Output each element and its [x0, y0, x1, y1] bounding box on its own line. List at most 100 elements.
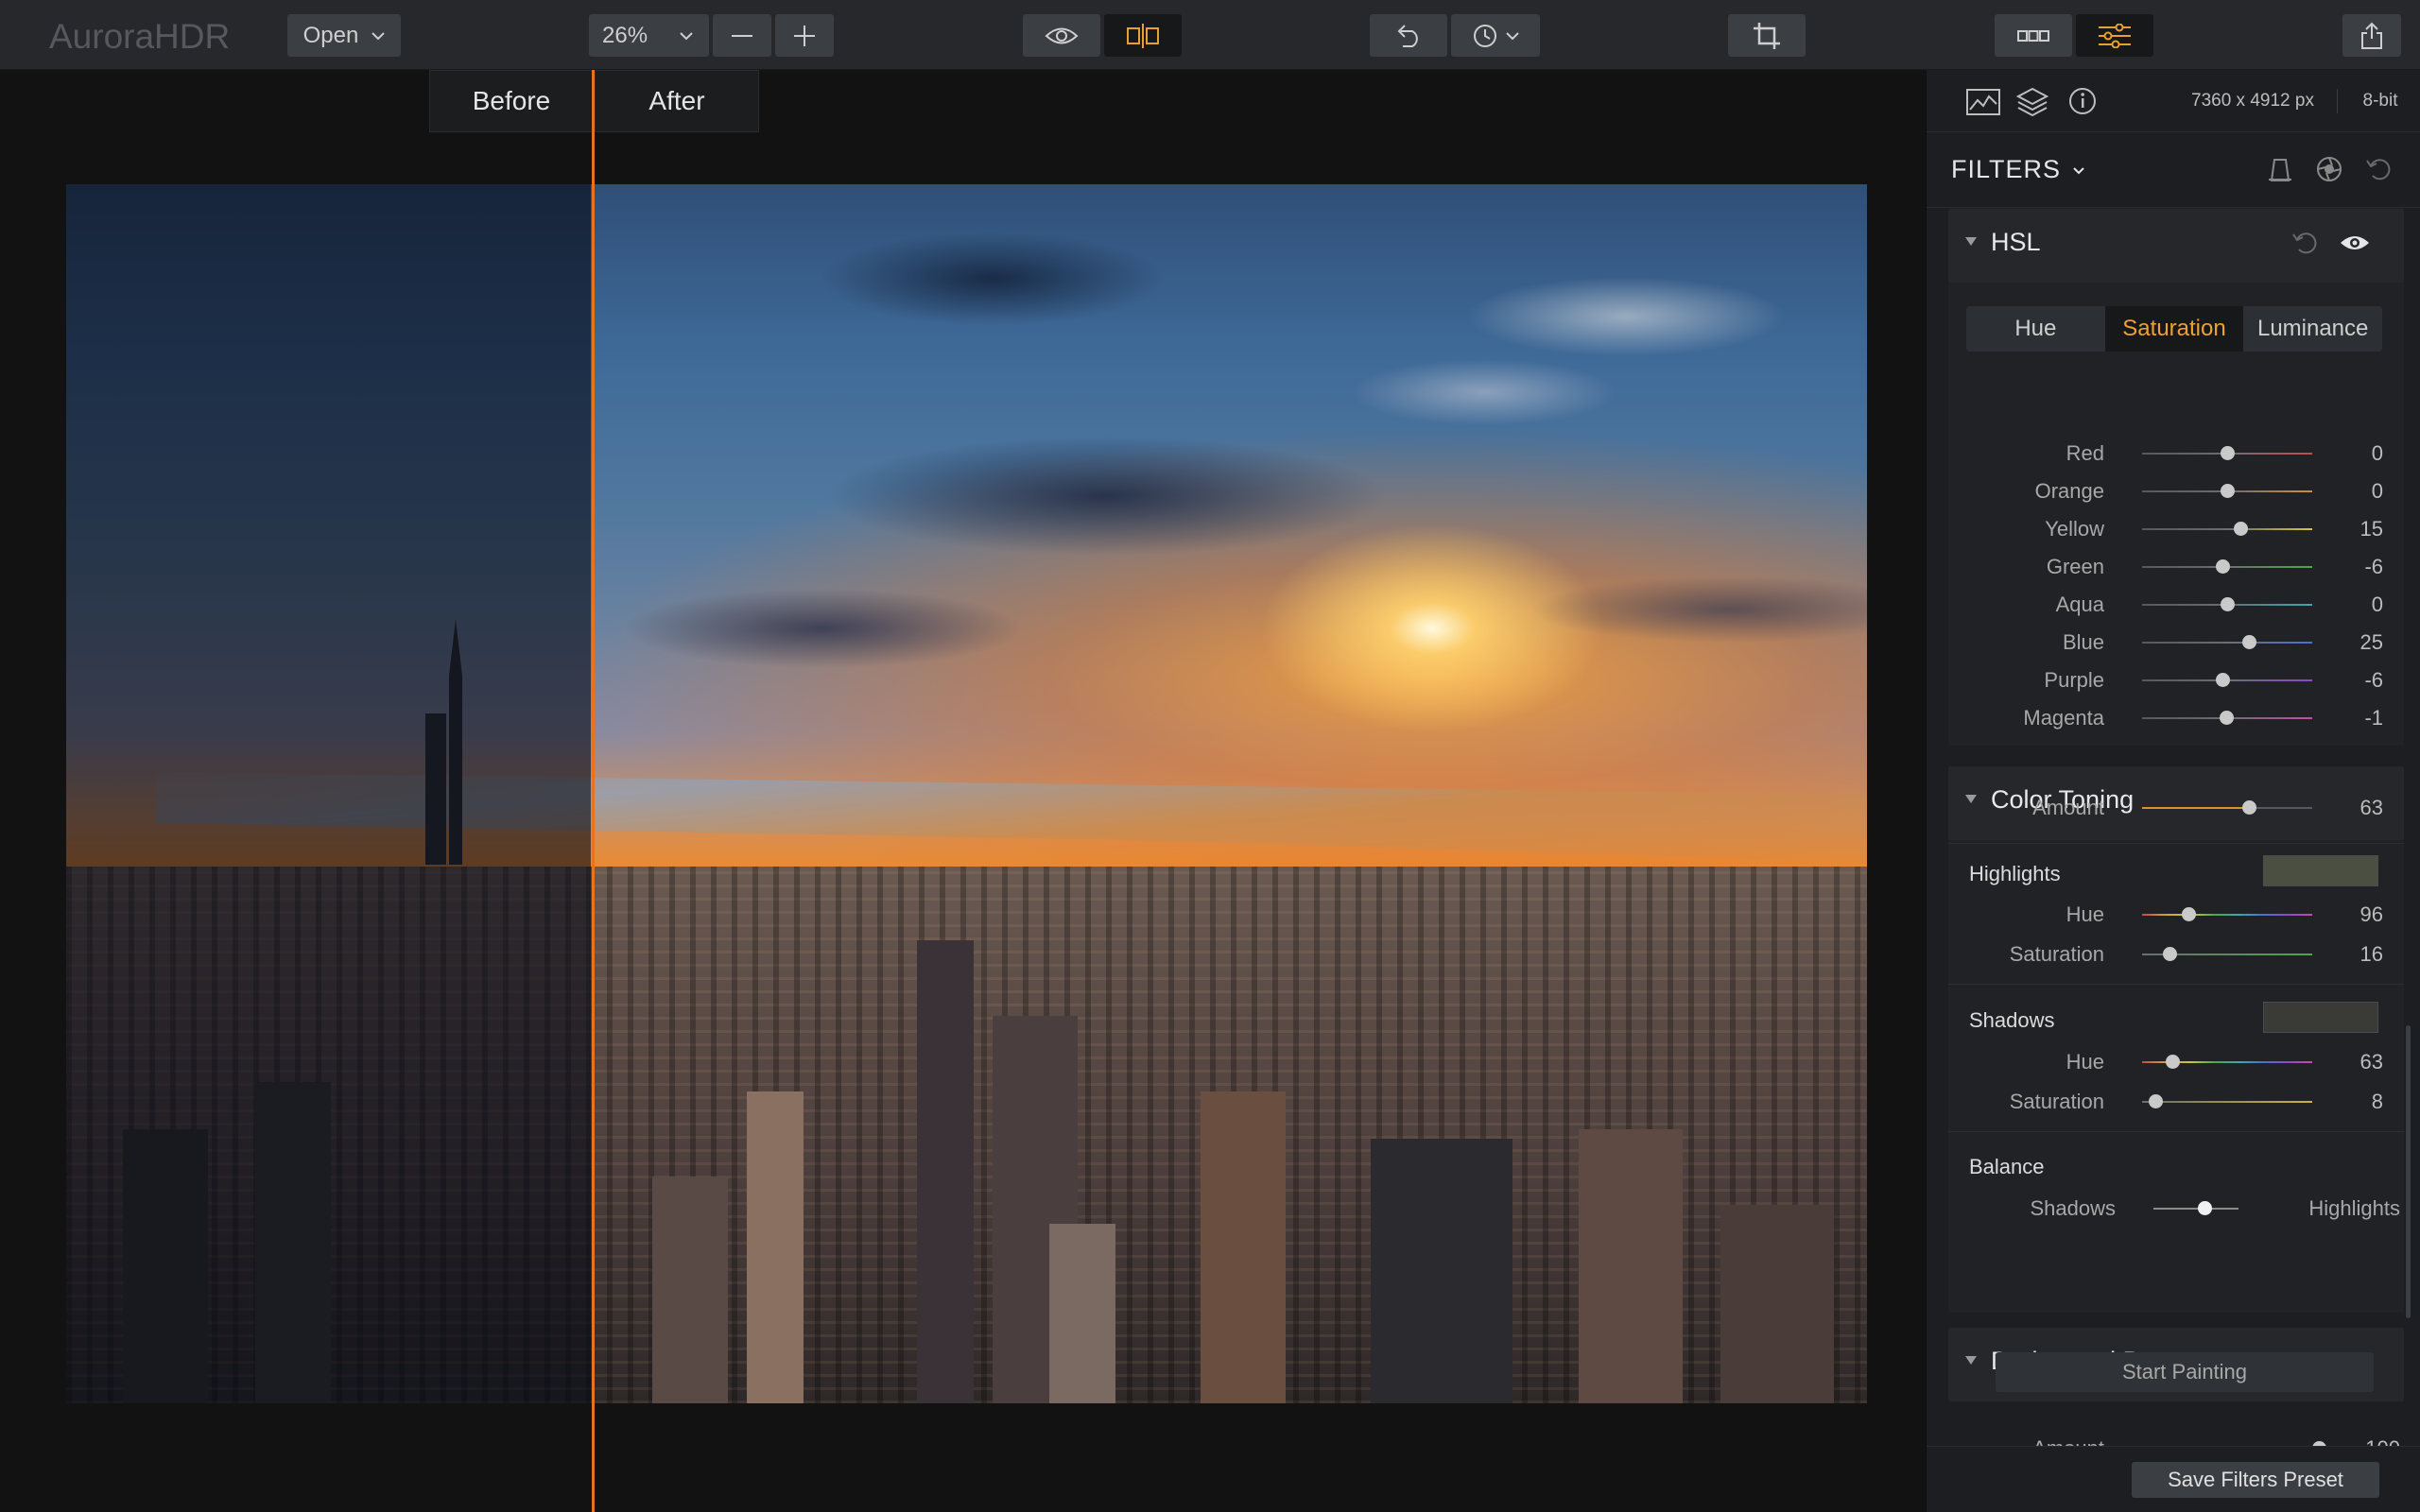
slider-knob[interactable]	[2220, 711, 2235, 725]
slider-knob[interactable]	[2242, 800, 2257, 815]
before-overlay	[66, 184, 591, 1403]
highlights-saturation-row: Saturation 16	[1927, 937, 2420, 971]
panel-scrollbar[interactable]	[2406, 1025, 2411, 1318]
slider-label: Saturation	[2009, 942, 2104, 966]
slider-knob[interactable]	[2215, 559, 2230, 574]
compare-split-button[interactable]	[1104, 14, 1182, 57]
undo-button[interactable]	[1370, 14, 1447, 57]
zoom-in-button[interactable]	[775, 14, 834, 57]
before-after-divider-handle[interactable]	[592, 70, 595, 1512]
share-icon	[2360, 22, 2383, 50]
slider-knob[interactable]	[2215, 673, 2230, 687]
slider-track[interactable]	[2142, 528, 2312, 530]
slider-knob[interactable]	[2241, 635, 2256, 649]
shadows-color-swatch[interactable]	[2263, 1002, 2378, 1033]
shadows-saturation-row: Saturation 8	[1927, 1085, 2420, 1119]
color-toning-amount-row: Amount 63	[1927, 791, 2420, 825]
slider-label: Green	[2046, 555, 2104, 578]
shadows-title: Shadows	[1969, 1008, 2055, 1032]
start-painting-label: Start Painting	[2121, 1360, 2248, 1383]
after-tab[interactable]: After	[595, 70, 759, 132]
hsl-tabs: Hue Saturation Luminance	[1966, 306, 2382, 352]
layers-icon[interactable]	[2015, 87, 2049, 122]
start-painting-button[interactable]: Start Painting	[1996, 1352, 2374, 1392]
share-button[interactable]	[2342, 14, 2401, 57]
plus-icon	[794, 25, 815, 46]
filters-title[interactable]: FILTERS	[1951, 155, 2084, 184]
slider-knob[interactable]	[2181, 907, 2196, 921]
sliders-icon	[2099, 23, 2131, 48]
slider-label: Hue	[2066, 902, 2104, 926]
preview-button[interactable]	[1023, 14, 1100, 57]
reset-all-icon[interactable]	[2365, 157, 2392, 186]
slider-knob[interactable]	[2149, 1094, 2164, 1108]
shadows-hue-row: Hue 63	[1927, 1045, 2420, 1079]
slider-label: Magenta	[2023, 706, 2104, 730]
tab-luminance[interactable]: Luminance	[2243, 306, 2382, 352]
save-filters-preset-button[interactable]: Save Filters Preset	[2132, 1462, 2379, 1498]
reset-icon[interactable]	[2290, 230, 2319, 261]
slider-label: Aqua	[2055, 593, 2104, 616]
zoom-select[interactable]: 26%	[589, 14, 709, 57]
before-tab[interactable]: Before	[429, 70, 594, 132]
tab-saturation[interactable]: Saturation	[2104, 306, 2244, 352]
zoom-value: 26%	[602, 22, 648, 48]
photo-preview[interactable]	[66, 184, 1867, 1403]
hsl-section-header[interactable]: HSL	[1948, 209, 2404, 283]
slider-label: Purple	[2044, 668, 2104, 692]
histogram-icon[interactable]	[1966, 89, 2000, 120]
crop-button[interactable]	[1728, 14, 1806, 57]
balance-slider-knob[interactable]	[2198, 1201, 2212, 1215]
hsl-row-purple: Purple -6	[1927, 663, 2420, 697]
balance-track[interactable]	[2153, 1208, 2238, 1210]
slider-knob[interactable]	[2221, 597, 2235, 611]
meta-divider	[2337, 89, 2338, 113]
aperture-icon[interactable]	[2316, 156, 2342, 187]
zoom-out-button[interactable]	[713, 14, 771, 57]
presets-button[interactable]	[1995, 14, 2072, 57]
eye-icon	[1045, 26, 1079, 46]
slider-value: 0	[2371, 479, 2383, 503]
slider-value: 0	[2371, 593, 2383, 616]
bit-depth: 8-bit	[2362, 91, 2398, 111]
chevron-down-icon	[680, 31, 693, 41]
slider-track[interactable]	[2142, 642, 2312, 644]
slider-value: 25	[2360, 630, 2383, 654]
mask-icon[interactable]	[2267, 157, 2293, 188]
slider-label: Yellow	[2045, 517, 2104, 541]
slider-label: Amount	[2032, 796, 2104, 819]
filters-toggle-button[interactable]	[2076, 14, 2153, 57]
slider-label: Blue	[2062, 630, 2104, 654]
balance-title: Balance	[1969, 1155, 2045, 1178]
tab-hue[interactable]: Hue	[1966, 306, 2105, 352]
slider-knob[interactable]	[2221, 484, 2235, 498]
info-icon[interactable]	[2068, 87, 2097, 120]
slider-knob[interactable]	[2166, 1055, 2181, 1069]
image-dimensions: 7360 x 4912 px	[2191, 91, 2314, 111]
clock-icon	[1472, 23, 1498, 49]
slider-knob[interactable]	[2233, 522, 2248, 536]
slider-value: -6	[2364, 668, 2383, 692]
slider-track[interactable]	[2142, 1101, 2312, 1103]
hsl-title: HSL	[1991, 228, 2041, 256]
before-label: Before	[472, 86, 551, 115]
save-preset-label: Save Filters Preset	[2168, 1468, 2343, 1491]
slider-track[interactable]	[2142, 914, 2312, 916]
visibility-eye-icon[interactable]	[2340, 233, 2370, 257]
slider-knob[interactable]	[2221, 446, 2235, 460]
undo-icon	[1393, 24, 1424, 48]
history-button[interactable]	[1451, 14, 1540, 57]
chevron-down-icon	[1506, 31, 1519, 41]
divider	[1948, 984, 2404, 985]
divider	[1948, 1131, 2404, 1132]
adjustments-panel: 7360 x 4912 px 8-bit FILTERS HSL Hue Sat…	[1926, 70, 2420, 1512]
slider-value: 15	[2360, 517, 2383, 541]
collapse-triangle-icon	[1965, 237, 1977, 246]
open-button[interactable]: Open	[287, 14, 401, 57]
panel-header: 7360 x 4912 px 8-bit	[1927, 70, 2420, 132]
slider-knob[interactable]	[2162, 947, 2177, 961]
slider-label: Orange	[2034, 479, 2104, 503]
slider-track[interactable]	[2142, 807, 2312, 809]
highlights-color-swatch[interactable]	[2263, 855, 2378, 886]
highlights-title: Highlights	[1969, 862, 2061, 885]
